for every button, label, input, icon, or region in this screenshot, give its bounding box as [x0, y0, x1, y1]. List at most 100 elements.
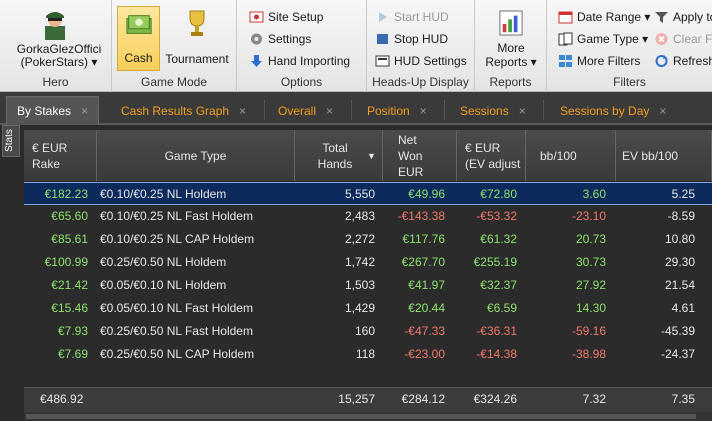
hand-importing-button[interactable]: Hand Importing: [249, 51, 350, 71]
ev-bb100-cell: 4.61: [671, 301, 695, 315]
bb100-cell: -59.16: [571, 324, 606, 338]
tab-position[interactable]: Position ×: [357, 96, 437, 125]
game-mode-group: Cash Tournament Game Mode: [112, 0, 237, 92]
ev-bb100-cell: -8.59: [667, 209, 695, 223]
net-won-cell: -€143.38: [397, 209, 445, 223]
more-filters-button[interactable]: More Filters: [558, 51, 640, 71]
hero-selector[interactable]: GorkaGlezOffici (PokerStars) ▾: [6, 43, 112, 69]
close-icon[interactable]: ×: [420, 104, 427, 118]
tournament-label: Tournament: [165, 52, 229, 66]
table-row[interactable]: €65.60 €0.10/€0.25 NL Fast Holdem 2,483 -€1…: [24, 205, 712, 228]
tab-cash-results-graph[interactable]: Cash Results Graph ×: [111, 96, 256, 125]
apply-filter-button[interactable]: Apply to: [654, 7, 712, 27]
site-setup-label: Site Setup: [268, 10, 324, 24]
tournament-mode-button[interactable]: Tournament: [162, 6, 232, 71]
table-row[interactable]: €7.93 €0.25/€0.50 NL Fast Holdem 160 -€47.3…: [24, 320, 712, 343]
close-icon[interactable]: ×: [239, 104, 246, 118]
tab-sessions[interactable]: Sessions ×: [450, 96, 536, 125]
rake-cell: €85.61: [51, 232, 88, 246]
hero-avatar-icon[interactable]: [40, 8, 70, 40]
more-reports-button[interactable]: More Reports ▾: [479, 6, 543, 71]
table-row[interactable]: €85.61 €0.10/€0.25 NL CAP Holdem 2,272 €117…: [24, 228, 712, 251]
table-row[interactable]: €182.23 €0.10/€0.25 NL Holdem 5,550 €49.96 €…: [24, 182, 712, 205]
table-row[interactable]: €21.42 €0.05/€0.10 NL Holdem 1,503 €41.97 €3…: [24, 274, 712, 297]
ev-bb100-cell: -24.37: [660, 347, 695, 361]
tab-by-stakes[interactable]: By Stakes ×: [6, 96, 100, 125]
table-row[interactable]: €15.46 €0.05/€0.10 NL Fast Holdem 1,429 €20…: [24, 297, 712, 320]
cash-label: Cash: [124, 51, 153, 65]
total-rake: €486.92: [40, 392, 84, 406]
sort-descending-icon[interactable]: ▼: [367, 148, 376, 164]
stop-hud-label: Stop HUD: [394, 32, 449, 46]
stats-side-tab[interactable]: Stats: [2, 125, 20, 157]
hud-group: Start HUD Stop HUD HUD Settings Heads-Up…: [367, 0, 475, 92]
side-panel: Stats: [0, 125, 22, 421]
hands-cell: 2,483: [344, 209, 375, 223]
tab-label: By Stakes: [17, 104, 72, 118]
column-header-net-won[interactable]: Net Won EUR: [383, 130, 457, 181]
cash-mode-button[interactable]: Cash: [117, 6, 160, 71]
hands-cell: 1,742: [344, 255, 375, 269]
date-range-button[interactable]: Date Range ▾: [558, 7, 650, 27]
rake-header-label: € EUR Rake: [32, 140, 68, 171]
close-icon[interactable]: ×: [519, 104, 526, 118]
rake-cell: €7.93: [57, 324, 88, 338]
close-icon[interactable]: ×: [81, 104, 88, 118]
tab-divider: [444, 100, 445, 120]
column-header-rake[interactable]: € EUR Rake: [24, 130, 97, 181]
scrollbar-thumb[interactable]: [26, 414, 696, 419]
net-won-cell: €20.44: [408, 301, 445, 315]
refresh-button[interactable]: Refresh: [654, 51, 712, 71]
site-setup-button[interactable]: Site Setup: [249, 7, 323, 27]
hud-settings-button[interactable]: HUD Settings: [375, 51, 467, 71]
clear-filter-button[interactable]: Clear Fi: [654, 29, 712, 49]
tab-sessions-by-day[interactable]: Sessions by Day ×: [550, 96, 676, 125]
table-row[interactable]: €7.69 €0.25/€0.50 NL CAP Holdem 118 -€23.00…: [24, 343, 712, 366]
ribbon-toolbar: GorkaGlezOffici (PokerStars) ▾ Hero Cash…: [0, 0, 712, 92]
close-icon[interactable]: ×: [326, 104, 333, 118]
settings-label: Settings: [268, 32, 312, 46]
game-type-button[interactable]: Game Type ▾: [558, 29, 648, 49]
total-hands-header-label: Total Hands: [317, 140, 353, 171]
hands-cell: 1,429: [344, 301, 375, 315]
total-bb100: 7.32: [582, 392, 606, 406]
start-hud-label: Start HUD: [394, 10, 449, 24]
play-icon: [379, 12, 387, 22]
ev-eur-cell: -€53.32: [476, 209, 517, 223]
column-header-ev-eur[interactable]: € EUR (EV adjust: [457, 130, 526, 181]
start-hud-button[interactable]: Start HUD: [375, 7, 449, 27]
tab-overall[interactable]: Overall ×: [268, 96, 343, 125]
ev-eur-cell: -€36.31: [476, 324, 517, 338]
reports-group: More Reports ▾ Reports: [475, 0, 547, 92]
column-header-ev-bb100[interactable]: EV bb/100: [616, 130, 712, 181]
tab-label: Sessions by Day: [560, 103, 650, 118]
rake-cell: €15.46: [51, 301, 88, 315]
filter-icon: [559, 55, 572, 67]
settings-button[interactable]: Settings: [249, 29, 311, 49]
funnel-icon: [655, 12, 668, 23]
stats-grid: € EUR Rake Game Type Total Hands ▼ Net W…: [24, 125, 712, 421]
options-group-label: Options: [280, 75, 323, 89]
game-type-label: Game Type ▾: [577, 32, 649, 46]
column-header-game-type[interactable]: Game Type: [97, 130, 295, 181]
ev-bb100-cell: -45.39: [660, 324, 695, 338]
stop-hud-button[interactable]: Stop HUD: [375, 29, 448, 49]
more-reports-label-1: More: [497, 41, 525, 55]
close-icon[interactable]: ×: [659, 104, 666, 118]
horizontal-scrollbar[interactable]: [24, 412, 712, 421]
game-type-cell: €0.10/€0.25 NL CAP Holdem: [100, 232, 255, 246]
hud-settings-icon: [375, 55, 390, 67]
bb100-cell: 20.73: [575, 232, 606, 246]
ev-eur-cell: €61.32: [480, 232, 517, 246]
bb100-cell: 14.30: [575, 301, 606, 315]
column-header-bb100[interactable]: bb/100: [526, 130, 616, 181]
game-type-cell: €0.05/€0.10 NL Holdem: [100, 278, 227, 292]
reports-group-label: Reports: [489, 75, 532, 89]
ev-bb100-cell: 10.80: [664, 232, 695, 246]
refresh-icon: [655, 55, 668, 67]
refresh-label: Refresh: [673, 54, 712, 68]
game-mode-group-label: Game Mode: [140, 75, 208, 89]
table-row[interactable]: €100.99 €0.25/€0.50 NL Holdem 1,742 €267.70…: [24, 251, 712, 274]
chevron-down-icon[interactable]: ▾: [91, 55, 97, 69]
column-header-total-hands[interactable]: Total Hands ▼: [295, 130, 383, 181]
